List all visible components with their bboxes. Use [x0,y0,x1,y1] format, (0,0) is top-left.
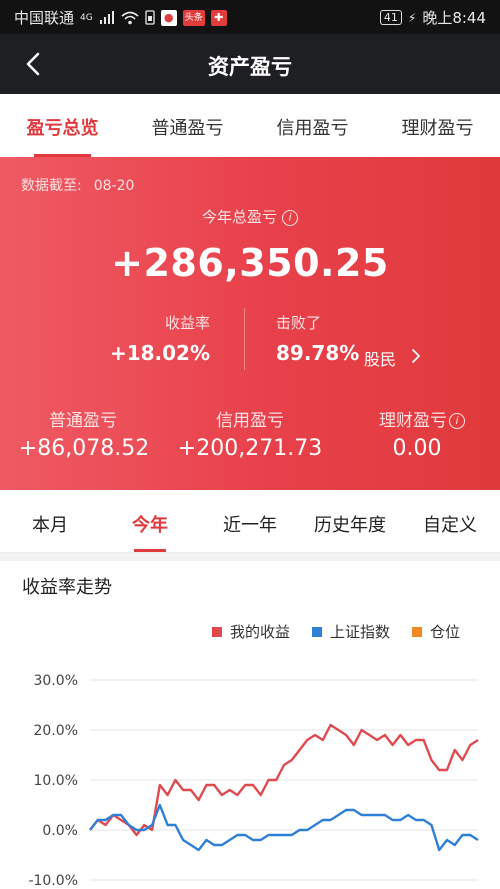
total-pnl-label-text: 今年总盈亏 [201,208,277,226]
total-pnl-label: 今年总盈亏 i [0,206,500,227]
carrier-label: 中国联通 [14,9,75,27]
data-date-value: 08-20 [93,178,135,194]
beat-label: 击败了 [276,314,322,332]
battery-icon: 41 [379,10,402,25]
y-tick-label: 0.0% [42,823,78,839]
tab-credit[interactable]: 信用盈亏 [250,94,375,157]
y-tick-label: 10.0% [34,773,78,789]
legend-label-index: 上证指数 [329,623,390,641]
divider [244,308,245,370]
y-tick-label: 20.0% [34,723,78,739]
series-line-1 [89,803,479,852]
period-tabs: 本月 今年 近一年 历史年度 自定义 [0,490,500,553]
return-rate-label: 收益率 [164,314,210,332]
tab-normal[interactable]: 普通盈亏 [125,94,250,157]
beat-unit[interactable]: 股民 [364,346,396,370]
beat-value[interactable]: 89.78% [276,341,359,365]
network-label: 4G [80,12,93,23]
tab-past-year[interactable]: 近一年 [200,490,300,552]
legend-swatch-my-return [211,626,222,637]
finance-pnl-label-text: 理财盈亏 [379,411,447,431]
data-date-label: 数据截至: [21,178,82,194]
legend-my-return[interactable]: 我的收益 [211,621,290,642]
tab-history[interactable]: 历史年度 [300,490,400,552]
sim-icon [145,10,155,25]
legend-swatch-index [311,626,322,637]
normal-pnl-label: 普通盈亏 [49,411,117,431]
signal-icon [99,10,114,24]
y-tick-label: -10.0% [28,873,78,889]
nav-bar: 资产盈亏 [0,34,500,94]
charging-icon: ⚡ [407,10,417,25]
tab-custom[interactable]: 自定义 [400,490,500,552]
app-notification-icon: ✚ [210,9,227,26]
info-icon[interactable]: i [282,209,298,226]
credit-pnl-value: +200,271.73 [177,436,323,461]
normal-pnl-value: +86,078.52 [18,436,150,461]
tab-this-month[interactable]: 本月 [0,490,100,552]
tab-this-year[interactable]: 今年 [100,490,200,552]
finance-pnl-label: 理财盈亏 i [364,406,480,431]
clock-label: 晚上8:44 [422,9,486,27]
legend-label-my-return: 我的收益 [229,623,290,641]
top-tabs: 盈亏总览 普通盈亏 信用盈亏 理财盈亏 [0,94,500,157]
return-rate-value: +18.02% [109,341,210,365]
status-bar-right: 41 ⚡ 晚上8:44 [379,7,486,28]
finance-pnl-value: 0.00 [392,436,442,461]
tab-overview[interactable]: 盈亏总览 [0,94,125,157]
status-bar-left: 中国联通 4G ● 头条 ✚ [14,7,227,28]
chart-title: 收益率走势 [22,577,112,598]
section-gap [0,553,500,561]
credit-pnl-label: 信用盈亏 [216,411,284,431]
chevron-right-icon[interactable] [410,348,422,364]
page-title: 资产盈亏 [208,55,292,79]
summary-card: 数据截至: 08-20 今年总盈亏 i +286,350.25 收益率 +18.02… [0,157,500,490]
return-trend-chart: 30.0% 20.0% 10.0% 0.0% -10.0% [28,673,479,889]
tab-finance[interactable]: 理财盈亏 [375,94,500,157]
data-date: 数据截至: 08-20 [21,175,134,195]
info-icon[interactable]: i [449,413,465,429]
toutiao-app-icon: 头条 [182,9,205,26]
total-pnl-value: +286,350.25 [111,241,389,285]
legend-label-position: 仓位 [429,623,460,641]
legend-position[interactable]: 仓位 [411,621,460,642]
y-tick-label: 30.0% [34,673,78,689]
chart-legend: 我的收益 上证指数 仓位 [211,621,460,642]
map-app-icon: ● [160,9,177,26]
wifi-icon [121,11,139,24]
status-bar: 中国联通 4G ● 头条 ✚ 41 ⚡ 晚上8:44 [0,0,500,34]
legend-swatch-position [411,626,422,637]
legend-index[interactable]: 上证指数 [311,621,390,642]
